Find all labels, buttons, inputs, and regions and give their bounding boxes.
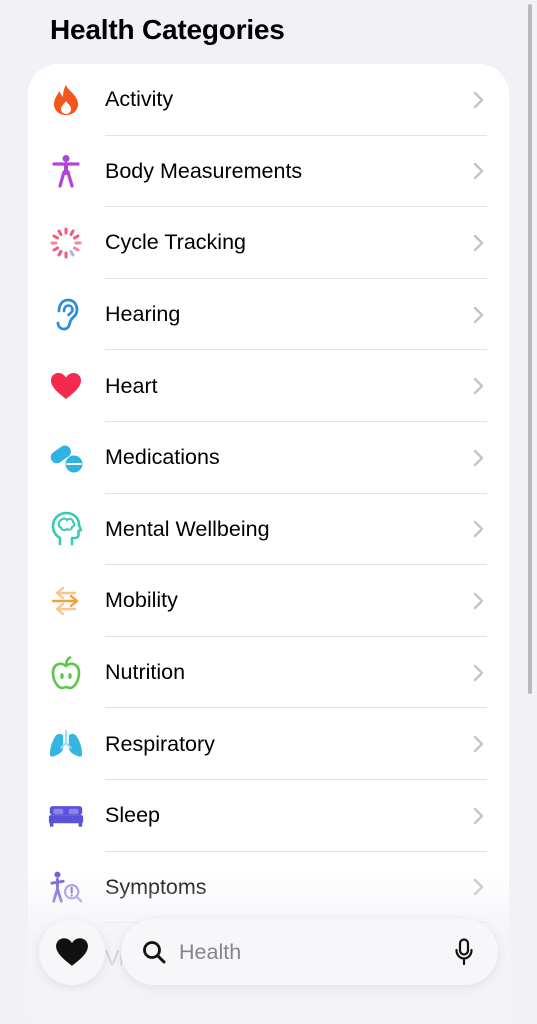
category-row-mobility[interactable]: Mobility — [28, 565, 509, 637]
category-row-body-measurements[interactable]: Body Measurements — [28, 136, 509, 208]
category-label: Cycle Tracking — [105, 230, 246, 255]
figure-icon — [48, 153, 84, 189]
category-label: Sleep — [105, 803, 160, 828]
ear-icon — [48, 297, 84, 333]
section-title: Health Categories — [50, 14, 285, 45]
category-row-sleep[interactable]: Sleep — [28, 780, 509, 852]
category-row-cycle-tracking[interactable]: Cycle Tracking — [28, 207, 509, 279]
category-label: Activity — [105, 87, 174, 112]
category-row-symptoms[interactable]: Symptoms — [28, 852, 509, 924]
bed-icon — [48, 798, 84, 834]
search-bar[interactable] — [121, 919, 498, 985]
chevron-right-icon — [473, 592, 484, 610]
search-icon — [143, 941, 166, 964]
category-row-nutrition[interactable]: Nutrition — [28, 637, 509, 709]
category-label: Symptoms — [105, 874, 207, 899]
chevron-right-icon — [473, 306, 484, 323]
favorites-button[interactable] — [39, 919, 105, 985]
chevron-right-icon — [473, 234, 484, 252]
chevron-right-icon — [473, 735, 484, 753]
lungs-icon — [48, 726, 84, 762]
row-divider — [105, 993, 487, 995]
scroll-indicator[interactable] — [528, 4, 532, 694]
chevron-right-icon — [473, 163, 484, 180]
categories-list: Activity Body Measurements Cycle Trackin… — [28, 64, 509, 1024]
brain-head-icon — [48, 511, 84, 547]
mic-icon[interactable] — [454, 938, 474, 966]
category-label: Medications — [105, 445, 220, 470]
category-label: Respiratory — [105, 731, 215, 756]
category-row-mental-wellbeing[interactable]: Mental Wellbeing — [28, 494, 509, 566]
chevron-right-icon — [473, 807, 484, 824]
category-label: Mobility — [105, 588, 178, 613]
chevron-right-icon — [473, 521, 484, 538]
chevron-right-icon — [473, 664, 484, 681]
heart-icon — [48, 368, 84, 404]
search-input[interactable] — [179, 919, 439, 985]
chevron-right-icon — [473, 879, 484, 896]
category-label: Body Measurements — [105, 158, 303, 183]
pills-icon — [48, 440, 84, 476]
category-label: Nutrition — [105, 660, 186, 685]
chevron-right-icon — [473, 377, 484, 395]
cycle-dots-icon — [48, 225, 84, 261]
chevron-right-icon — [473, 449, 484, 466]
heart-icon — [56, 938, 88, 966]
category-row-heart[interactable]: Heart — [28, 350, 509, 422]
category-label: Mental Wellbeing — [105, 516, 270, 541]
category-row-medications[interactable]: Medications — [28, 422, 509, 494]
category-row-respiratory[interactable]: Respiratory — [28, 708, 509, 780]
chevron-right-icon — [473, 91, 484, 108]
category-row-activity[interactable]: Activity — [28, 64, 509, 136]
figure-alert-icon — [48, 869, 84, 905]
category-label: Hearing — [105, 302, 181, 327]
category-label: Heart — [105, 373, 158, 398]
arrows-icon — [48, 583, 84, 619]
category-row-hearing[interactable]: Hearing — [28, 279, 509, 351]
flame-icon — [48, 82, 84, 118]
apple-icon — [48, 655, 84, 691]
